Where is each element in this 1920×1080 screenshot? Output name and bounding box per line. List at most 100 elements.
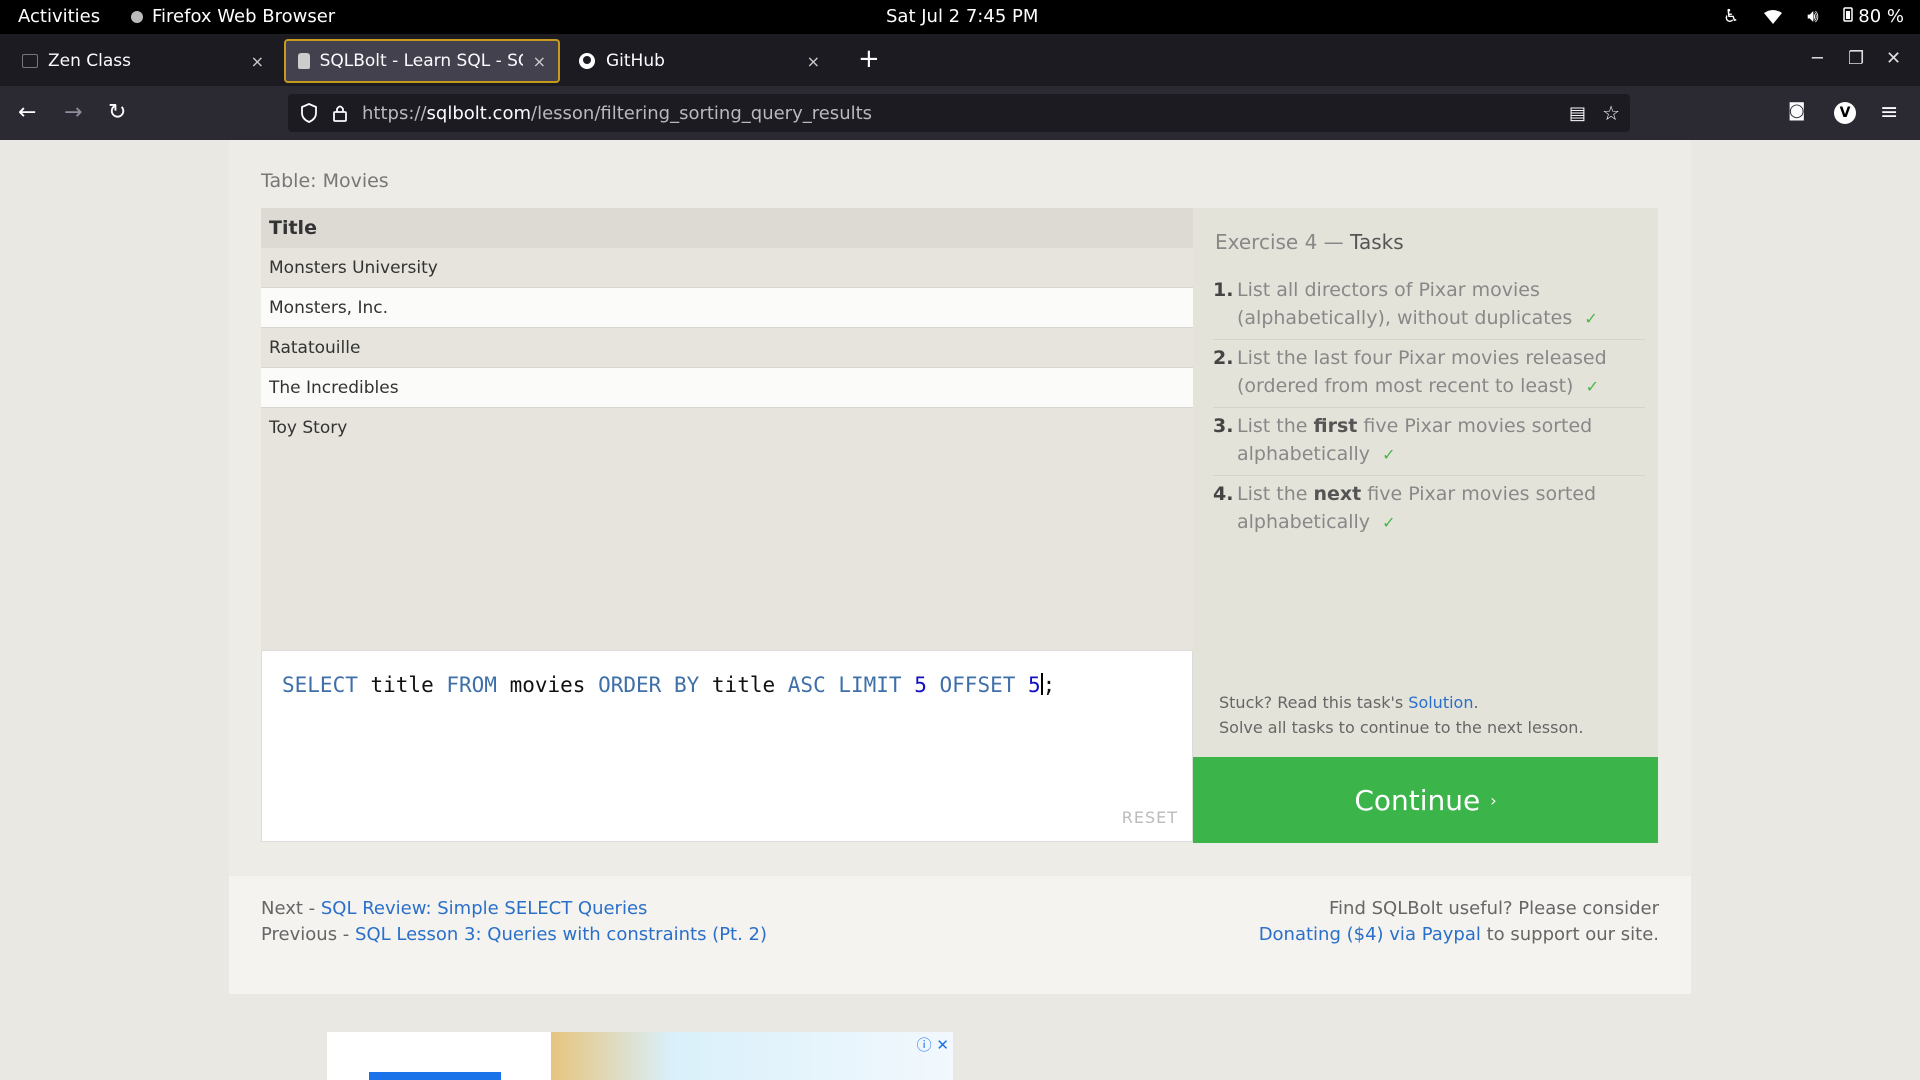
lesson-page: Table: Movies Title Monsters University … [229,140,1691,994]
task-item: 3. List the first five Pixar movies sort… [1213,408,1645,476]
url-path: /lesson/filtering_sorting_query_results [531,102,873,124]
page-icon [22,54,38,68]
tab-zen-class[interactable]: Zen Class × [10,39,276,83]
address-bar[interactable]: https://sqlbolt.com/lesson/filtering_sor… [288,94,1630,132]
volume-icon[interactable]: 🔊︎ [1807,6,1818,27]
help-line-1: Stuck? Read this task's [1219,693,1409,712]
task-item: 4. List the next five Pixar movies sorte… [1213,476,1645,543]
next-label: Next - [261,898,321,919]
sql-query[interactable]: SELECT title FROM movies ORDER BY title … [282,673,1055,697]
previous-label: Previous - [261,924,356,945]
sql-token: FROM [446,673,497,697]
system-tray[interactable]: ♿ 🔊︎ 80 % [1723,6,1904,27]
chevron-right-icon: › [1490,790,1497,810]
table-row: Monsters University [261,248,1193,288]
tab-label: SQLBolt - Learn SQL - SQ [319,51,523,71]
continue-button[interactable]: Continue › [1193,757,1658,843]
bookmark-star-icon[interactable]: ☆ [1602,101,1620,125]
task-item: 1. List all directors of Pixar movies (a… [1213,272,1645,340]
sql-token: title [699,673,788,697]
app-menu[interactable]: Firefox Web Browser [130,6,335,27]
shield-icon[interactable] [300,103,318,123]
donation-note: Find SQLBolt useful? Please consider Don… [1259,896,1659,948]
check-icon: ✓ [1382,445,1396,464]
donate-text-post: to support our site. [1480,924,1659,945]
ad-image[interactable] [551,1032,953,1080]
task-text: List all directors of Pixar movies (alph… [1237,276,1645,333]
clock[interactable]: Sat Jul 2 7:45 PM [886,6,1038,27]
query-results-table: Title Monsters University Monsters, Inc.… [261,208,1193,650]
continue-label: Continue [1354,783,1481,817]
lock-icon[interactable] [332,103,348,123]
task-text: List the last four Pixar movies released… [1237,344,1645,401]
reader-view-icon[interactable]: ▤ [1569,103,1586,124]
donate-text: Find SQLBolt useful? Please consider [1329,898,1659,919]
battery-status[interactable]: 80 % [1842,6,1904,27]
new-tab-button[interactable]: + [858,44,880,74]
exercise-title: Exercise 4 — Tasks [1215,230,1404,254]
exercise-label: Exercise 4 — [1215,230,1351,254]
browser-tab-strip: Zen Class × SQLBolt - Learn SQL - SQ × G… [0,34,1920,86]
account-avatar-icon[interactable]: V [1834,102,1856,124]
minimize-icon[interactable]: ─ [1812,48,1823,69]
github-icon [579,53,595,69]
reset-button[interactable]: RESET [1122,808,1178,827]
table-row: Ratatouille [261,328,1193,368]
task-text-pre: List all directors of Pixar movies (alph… [1237,279,1573,329]
task-text-pre: List the [1237,483,1314,505]
sql-token: SELECT [282,673,358,697]
url-host: sqlbolt.com [426,102,531,124]
previous-lesson-link[interactable]: SQL Lesson 3: Queries with constraints (… [355,924,767,945]
sql-editor[interactable]: SELECT title FROM movies ORDER BY title … [261,650,1193,842]
menu-hamburger-icon[interactable]: ≡ [1880,100,1898,125]
task-list: 1. List all directors of Pixar movies (a… [1213,272,1645,543]
tab-label: Zen Class [48,51,132,71]
reload-icon[interactable]: ↻ [108,100,126,125]
activities-button[interactable]: Activities [18,6,100,27]
sql-token: movies [496,673,599,697]
sql-token: ORDER BY [598,673,700,697]
restore-icon[interactable]: ❐ [1848,48,1864,69]
task-number: 1. [1213,279,1234,301]
help-punct: . [1473,693,1479,712]
sql-token: OFFSET [939,673,1016,697]
task-number: 4. [1213,483,1234,505]
tasks-label: Tasks [1350,230,1404,254]
donate-link[interactable]: Donating ($4) via Paypal [1259,924,1481,945]
url-text[interactable]: https://sqlbolt.com/lesson/filtering_sor… [362,103,872,124]
accessibility-icon[interactable]: ♿ [1723,6,1739,27]
table-row: The Incredibles [261,368,1193,408]
pocket-icon[interactable]: ◙ [1788,100,1805,121]
battery-icon [1842,7,1853,22]
help-line-2: Solve all tasks to continue to the next … [1219,718,1584,737]
back-arrow-icon[interactable]: ← [18,100,36,125]
wifi-icon[interactable] [1763,9,1783,25]
sql-token: 5 [1015,673,1041,697]
close-tab-icon[interactable]: × [251,52,264,71]
next-lesson-link[interactable]: SQL Review: Simple SELECT Queries [321,898,648,919]
battery-percent: 80 % [1858,6,1904,27]
check-icon: ✓ [1585,377,1599,396]
task-text: List the first five Pixar movies sorted … [1237,412,1645,469]
task-emphasis: next [1313,483,1362,505]
task-text: List the next five Pixar movies sorted a… [1237,480,1645,537]
database-icon [298,53,310,69]
table-row: Toy Story [269,418,348,438]
exercise-tasks: Exercise 4 — Tasks 1. List all directors… [1193,208,1658,758]
ad-banner[interactable]: ⓘ ✕ [327,1032,953,1080]
tab-sqlbolt[interactable]: SQLBolt - Learn SQL - SQ × [284,39,560,83]
close-tab-icon[interactable]: × [807,52,820,71]
close-window-icon[interactable]: ✕ [1886,48,1901,69]
solution-link[interactable]: Solution [1408,693,1473,712]
ad-info-close-icons[interactable]: ⓘ ✕ [917,1034,949,1055]
tab-github[interactable]: GitHub × [566,39,832,83]
check-icon: ✓ [1584,309,1598,328]
forward-arrow-icon[interactable]: → [64,100,82,125]
task-emphasis: first [1313,415,1358,437]
task-number: 3. [1213,415,1234,437]
ad-button[interactable] [369,1072,501,1080]
help-text: Stuck? Read this task's Solution. Solve … [1219,690,1583,740]
table-row: Monsters, Inc. [261,288,1193,328]
close-tab-icon[interactable]: × [533,52,546,71]
check-icon: ✓ [1382,513,1396,532]
